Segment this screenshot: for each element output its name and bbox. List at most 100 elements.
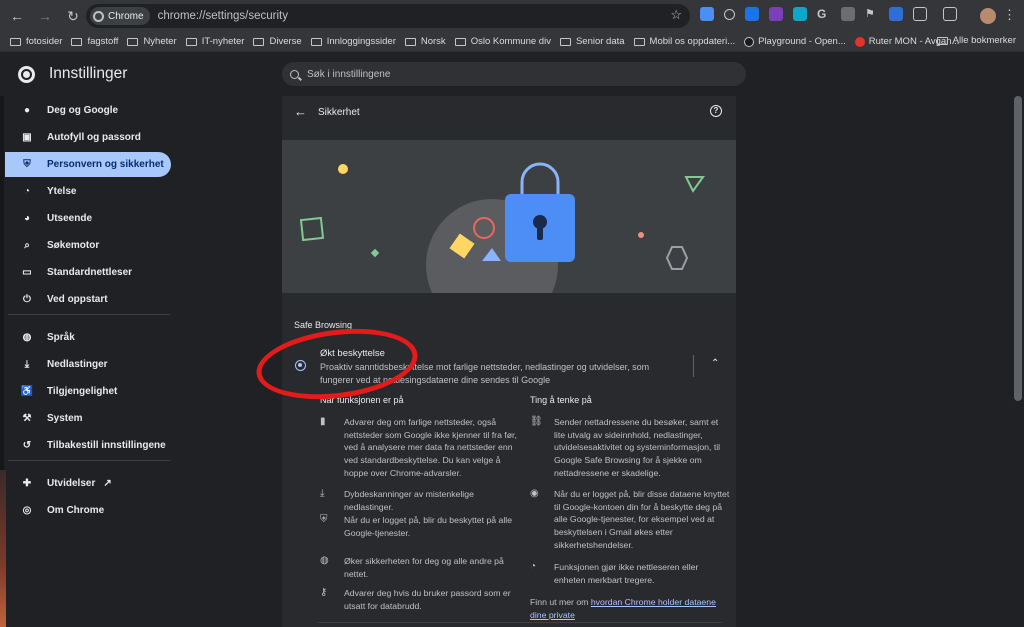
bookmark-label: Mobil os oppdateri... [649, 36, 736, 47]
bookmark-folder[interactable]: fagstoff [71, 36, 118, 47]
bookmark-folder[interactable]: fotosider [10, 36, 62, 47]
hexagon-shape [665, 246, 689, 270]
bookmark-folder[interactable]: Oslo Kommune div [454, 36, 551, 47]
settings-search[interactable] [282, 62, 746, 86]
folder-icon [10, 37, 21, 46]
sidebar-item-ytelse[interactable]: ◔ Ytelse [5, 179, 171, 204]
back-arrow-icon[interactable]: ← [6, 5, 28, 27]
puzzle-extensions-icon[interactable] [913, 7, 927, 21]
sidebar-item-label: Ved oppstart [47, 294, 108, 305]
sidebar-item-språk[interactable]: ◍ Språk [5, 325, 171, 350]
power-icon: ⏻ [23, 294, 31, 305]
cloud-extension-icon[interactable] [745, 7, 759, 21]
bookmark-star-icon[interactable]: ☆ [670, 7, 682, 23]
bookmark-folder[interactable]: Nyheter [127, 36, 177, 47]
feature-text: Når du er logget på, blir disse dataene … [554, 489, 730, 550]
browser-icon: ▭ [22, 267, 32, 278]
puzzle-icon: ✚ [22, 478, 32, 489]
circle-extension-icon[interactable] [724, 8, 735, 20]
sidebar-item-tilgjengelighet[interactable]: ♿ Tilgjengelighet [5, 379, 171, 404]
section-title: Sikkerhet [318, 107, 360, 118]
folder-icon [310, 37, 322, 46]
sidebar-item-label: Deg og Google [47, 105, 119, 116]
clipboard-icon: ▣ [22, 132, 32, 143]
url-text[interactable]: chrome://settings/security [158, 10, 288, 22]
globe-icon: ◍ [320, 555, 329, 566]
edge-extension-icon[interactable] [793, 7, 807, 21]
sidebar-item-label: Språk [47, 332, 75, 343]
bookmark-label: fotosider [26, 36, 63, 47]
address-bar[interactable]: Chrome chrome://settings/security ☆ [86, 4, 690, 28]
sidebar-item-standardnettleser[interactable]: ▭ Standardnettleser [5, 260, 171, 285]
yellow-dot-shape [338, 164, 348, 174]
bookmark-label: Nyheter [143, 36, 177, 47]
sidebar-item-utvidelser[interactable]: ✚ Utvidelser ↗ [5, 471, 171, 496]
bookmark-folder[interactable]: Senior data [559, 36, 625, 47]
search-input[interactable] [307, 68, 707, 80]
small-green-diamond-shape [370, 248, 380, 258]
feature-text: Dybdeskanninger av mistenkelige nedlasti… [344, 489, 474, 512]
sidebar-item-deg-og-google[interactable]: ● Deg og Google [5, 98, 171, 123]
link-icon: ⛓ [530, 416, 543, 427]
bookmark-folder[interactable]: Innloggingssider [310, 36, 396, 47]
search-icon: ⌕ [24, 240, 30, 251]
bookmark-folder[interactable]: Mobil os oppdateri... [633, 36, 736, 47]
folder-icon [633, 37, 645, 46]
folder-icon [936, 36, 948, 45]
bookmark-label: Diverse [269, 36, 302, 47]
flag-extension-icon[interactable]: ⚑ [865, 7, 879, 21]
chrome-logo-icon [18, 66, 35, 83]
sidebar-item-utseende[interactable]: ◕ Utseende [5, 206, 171, 231]
google-shield-icon: ⛨ [320, 514, 328, 525]
chevron-up-icon[interactable]: ⌃ [711, 358, 719, 369]
shield-extension-icon[interactable] [889, 7, 903, 21]
sidebar-item-personvern-og-sikkerhet[interactable]: ⛨ Personvern og sikkerhet [5, 152, 171, 177]
bookmark-label: Innloggingssider [326, 36, 396, 47]
sidebar-item-ved-oppstart[interactable]: ⏻ Ved oppstart [5, 287, 171, 312]
page-title: Innstillinger [49, 65, 128, 82]
google-extension-icon[interactable]: G [817, 7, 831, 21]
speed-icon: ◔ [530, 561, 537, 572]
bookmark-folder[interactable]: IT-nyheter [185, 36, 244, 47]
globe-icon: ◍ [22, 332, 32, 343]
sidepanel-icon[interactable] [943, 7, 957, 21]
folder-icon [71, 37, 83, 46]
calculator-extension-icon[interactable] [841, 7, 855, 21]
translate-extension-icon[interactable] [700, 7, 714, 21]
desktop-wallpaper-edge [0, 470, 6, 627]
sidebar-item-autofyll-og-passord[interactable]: ▣ Autofyll og passord [5, 125, 171, 150]
sidebar-item-label: Tilgjengelighet [47, 386, 118, 397]
scrollbar[interactable] [1012, 96, 1024, 627]
openai-icon [744, 36, 755, 47]
sidebar-item-nedlastinger[interactable]: ⤓ Nedlastinger [5, 352, 171, 377]
sidebar-item-label: Utvidelser [47, 478, 96, 489]
scroll-thumb[interactable] [1014, 96, 1022, 401]
bookmarks-bar: fotosider fagstoff Nyheter IT-nyheter Divers… [0, 32, 1024, 52]
divider [693, 355, 694, 377]
site-chip[interactable]: Chrome [90, 7, 150, 25]
all-bookmarks[interactable]: Alle bokmerker [936, 35, 1016, 46]
bookmark-label: Oslo Kommune div [470, 36, 551, 47]
sidebar-item-label: Søkemotor [47, 240, 100, 251]
profile-avatar[interactable] [980, 8, 996, 24]
sidebar-item-tilbakestill-innstillingene[interactable]: ↺ Tilbakestill innstillingene [5, 433, 171, 458]
sidebar-item-system[interactable]: ⚒ System [5, 406, 171, 431]
all-bookmarks-label: Alle bokmerker [952, 35, 1016, 46]
reload-icon[interactable]: ↻ [62, 5, 84, 27]
search-icon [290, 69, 299, 79]
forward-arrow-icon[interactable]: → [34, 5, 56, 27]
onenote-extension-icon[interactable] [769, 7, 783, 21]
green-triangle-shape [684, 176, 705, 193]
bookmark-playground[interactable]: Playground - Open... [744, 36, 846, 47]
sidebar-item-om-chrome[interactable]: ◎ Om Chrome [5, 498, 171, 523]
back-arrow-icon[interactable]: ← [294, 104, 307, 119]
more-menu-icon[interactable]: ⋮ [1003, 7, 1016, 23]
security-illustration [282, 140, 736, 293]
sidebar-item-søkemotor[interactable]: ⌕ Søkemotor [5, 233, 171, 258]
feature-text: Når du er logget på, blir du beskyttet p… [344, 515, 513, 538]
bookmark-folder[interactable]: Diverse [253, 36, 302, 47]
bookmark-folder[interactable]: Norsk [404, 36, 446, 47]
help-icon[interactable]: ? [710, 105, 722, 117]
sidebar-item-label: Ytelse [47, 186, 77, 197]
learn-more-text: Finn ut mer om hvordan Chrome holder dat… [530, 596, 730, 621]
